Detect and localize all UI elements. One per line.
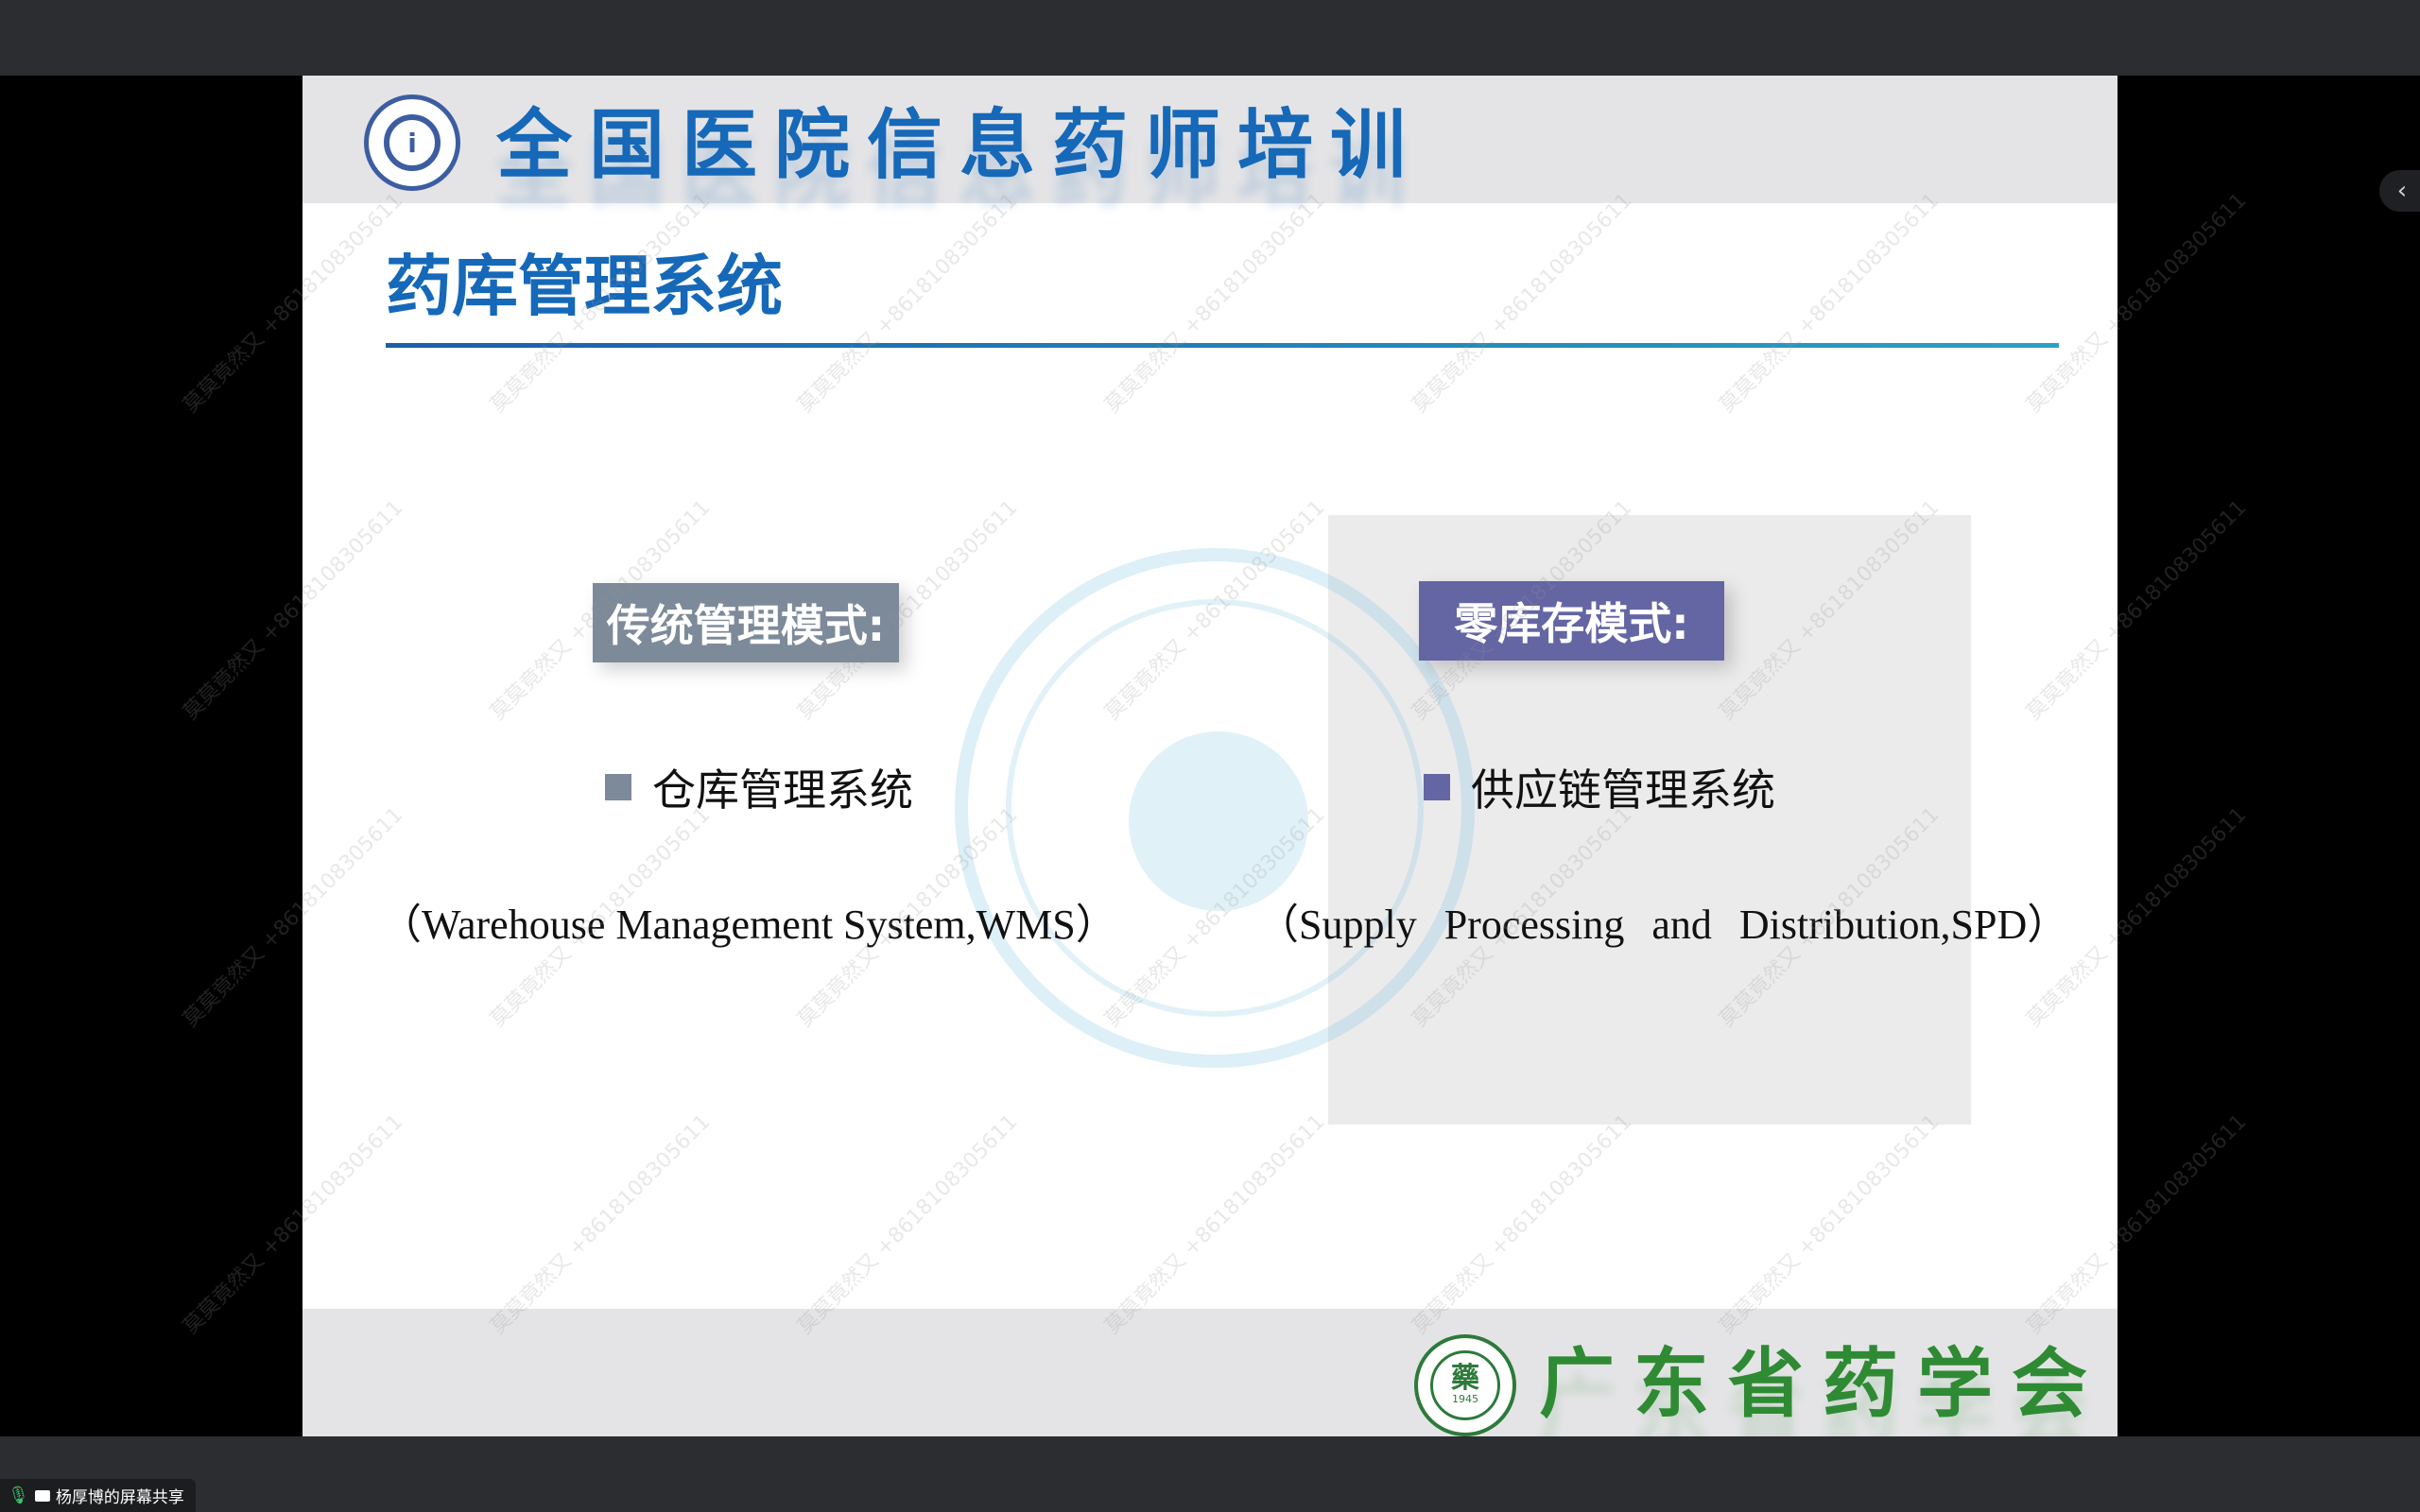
- association-seal: 藥 1945: [1414, 1334, 1516, 1436]
- spd-item-label: 供应链管理系统: [1471, 765, 1775, 816]
- microphone-icon: 🎙: [8, 1486, 29, 1505]
- seal-glyph: 藥: [1451, 1362, 1479, 1396]
- screen-share-icon: [34, 1489, 50, 1502]
- chevron-left-icon: ‹: [2396, 177, 2408, 205]
- page-title: 药库管理系统: [386, 248, 783, 325]
- footer-title: 广东省药学会: [1539, 1340, 2106, 1428]
- bottom-bar: [0, 1436, 2420, 1512]
- logo-emblem-icon: i: [384, 114, 441, 171]
- screen-share-indicator[interactable]: 🎙 杨厚博的屏幕共享: [0, 1479, 196, 1512]
- screen-share-label: 杨厚博的屏幕共享: [55, 1488, 184, 1507]
- collapse-panel-button[interactable]: ‹: [2379, 170, 2420, 212]
- top-toolbar: [0, 0, 2420, 76]
- spd-item: 供应链管理系统: [1424, 756, 1775, 818]
- wms-item-label: 仓库管理系统: [652, 765, 913, 816]
- seal-year: 1945: [1452, 1393, 1478, 1406]
- title-underline: [386, 343, 2059, 348]
- header-title: 全国医院信息药师培训: [496, 101, 1423, 189]
- background-watermark-logo: [955, 548, 1475, 1068]
- square-bullet-icon: [1424, 774, 1450, 800]
- traditional-mode-tag: 传统管理模式:: [593, 583, 899, 662]
- training-logo: i: [364, 94, 460, 191]
- zero-inventory-mode-tag: 零库存模式:: [1419, 581, 1724, 661]
- wms-item: 仓库管理系统: [605, 756, 913, 818]
- wms-item-detail: （Warehouse Management System,WMS）: [380, 902, 1117, 948]
- square-bullet-icon: [605, 774, 631, 800]
- spd-item-detail: （Supply Processing and Distribution,SPD）: [1257, 902, 2069, 948]
- shared-slide: i 全国医院信息药师培训 药库管理系统 传统管理模式: 零库存模式: 仓库管理系…: [302, 76, 2118, 1436]
